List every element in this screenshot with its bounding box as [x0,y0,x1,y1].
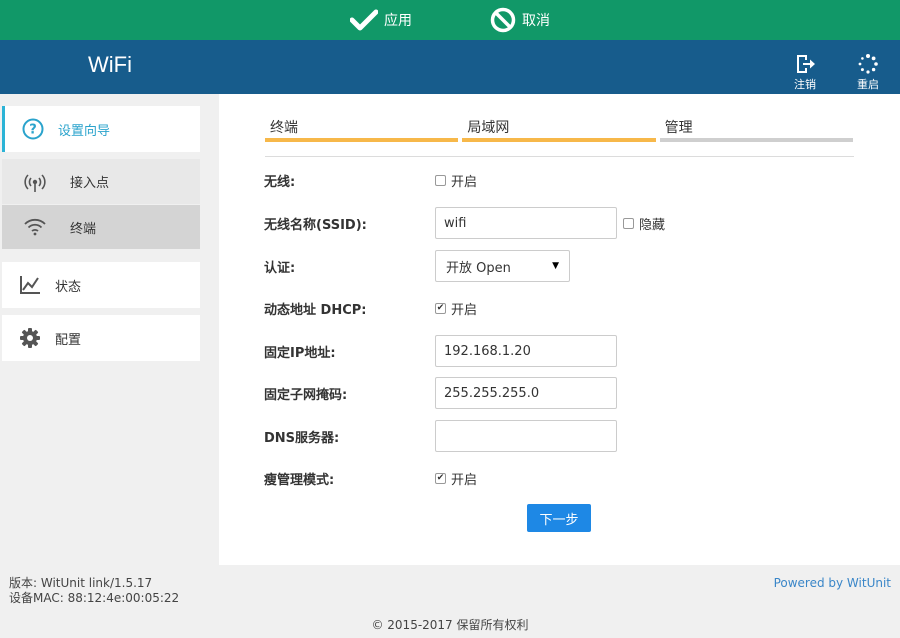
question-circle-icon: ? [20,118,46,140]
auth-row: 认证: 开放 Open ▼ [264,250,570,282]
sidebar-item-setup-wizard[interactable]: ? 设置向导 [2,106,200,152]
sidebar-item-config[interactable]: 配置 [2,315,200,361]
netmask-input[interactable] [435,377,617,409]
sidebar-item-access-point[interactable]: 接入点 [2,159,200,204]
wireless-label: 无线: [264,174,296,190]
apply-label: 应用 [384,13,412,29]
dns-input[interactable] [435,420,617,452]
wireless-row: 无线: 开启 [264,171,477,190]
apply-button[interactable]: 应用 [350,9,412,31]
dns-label: DNS服务器: [264,430,340,446]
dropdown-arrow-icon: ▼ [552,261,559,271]
antenna-icon [22,171,48,193]
sidebar-item-status[interactable]: 状态 [2,262,200,308]
sidebar-item-label: 配置 [55,332,82,348]
thin-mode-enable-label: 开启 [451,472,478,488]
gear-icon [17,327,43,349]
checkbox-checked-icon: ✔ [435,472,446,484]
logout-icon [797,55,815,73]
checkbox-checked-icon: ✔ [435,302,446,314]
thin-mode-label: 瘦管理模式: [264,472,335,488]
netmask-label: 固定子网掩码: [264,387,348,403]
cancel-button[interactable]: 取消 [490,7,550,33]
device-info: 版本: WitUnit link/1.5.17 设备MAC: 88:12:4e:… [9,576,179,606]
logout-button[interactable]: 注销 [788,54,822,92]
ssid-row: 无线名称(SSID): 隐藏 [264,207,665,239]
logout-label: 注销 [794,78,816,91]
tab-divider [265,156,854,157]
tab-management[interactable]: 管理 [659,114,853,142]
checkmark-icon [350,9,378,31]
sidebar-item-label: 设置向导 [58,123,111,139]
dhcp-label: 动态地址 DHCP: [264,302,367,318]
wireless-enable-label: 开启 [451,174,478,190]
wifi-icon [22,218,48,236]
static-ip-row: 固定IP地址: [264,335,617,367]
cancel-label: 取消 [522,13,550,29]
ssid-hide-label: 隐藏 [639,217,666,233]
ssid-input[interactable] [435,207,617,239]
sidebar: ? 设置向导 接入点 终端 状态 配置 [0,94,219,565]
sidebar-item-label: 终端 [70,221,97,237]
auth-label: 认证: [264,260,296,276]
checkbox-unchecked-icon [435,174,446,186]
cancel-circle-icon [490,7,516,33]
copyright-text: © 2015-2017 保留所有权利 [371,618,529,632]
wireless-enable-checkbox[interactable]: 开启 [435,171,477,190]
mac-text: 设备MAC: 88:12:4e:00:05:22 [9,591,180,605]
tab-station[interactable]: 终端 [265,114,459,142]
chart-line-icon [17,275,43,295]
dhcp-enable-label: 开启 [451,302,478,318]
main-content: 终端 局域网 管理 无线: 开启 无线名称(SSID): 隐藏 认证: 开放 O… [219,94,900,565]
auth-selected-value: 开放 Open [446,260,511,276]
thin-mode-row: 瘦管理模式: ✔ 开启 [264,469,477,488]
top-action-bar: 应用 取消 [0,0,900,40]
ssid-label: 无线名称(SSID): [264,217,367,233]
auth-select[interactable]: 开放 Open ▼ [435,250,570,282]
next-step-button[interactable]: 下一步 [527,504,591,532]
spinner-icon [858,54,878,74]
svg-text:?: ? [29,123,37,138]
footer: 版本: WitUnit link/1.5.17 设备MAC: 88:12:4e:… [0,565,900,638]
app-header: WiFi 注销 重启 [0,40,900,94]
dhcp-enable-checkbox[interactable]: ✔ 开启 [435,299,477,318]
version-text: 版本: WitUnit link/1.5.17 [9,576,153,590]
reboot-button[interactable]: 重启 [851,54,885,92]
powered-by-link[interactable]: Powered by WitUnit [774,576,891,590]
static-ip-label: 固定IP地址: [264,345,336,361]
sidebar-item-label: 接入点 [70,176,110,191]
reboot-label: 重启 [857,78,879,91]
checkbox-unchecked-icon [623,217,634,229]
ssid-hide-checkbox[interactable]: 隐藏 [623,214,665,233]
netmask-row: 固定子网掩码: [264,377,617,409]
thin-mode-checkbox[interactable]: ✔ 开启 [435,469,477,488]
tab-lan[interactable]: 局域网 [462,114,656,142]
page-title: WiFi [88,52,132,77]
sidebar-item-station[interactable]: 终端 [2,205,200,249]
wizard-tabs: 终端 局域网 管理 [265,114,853,142]
dns-row: DNS服务器: [264,420,617,452]
static-ip-input[interactable] [435,335,617,367]
sidebar-item-label: 状态 [55,279,82,295]
dhcp-row: 动态地址 DHCP: ✔ 开启 [264,299,477,318]
